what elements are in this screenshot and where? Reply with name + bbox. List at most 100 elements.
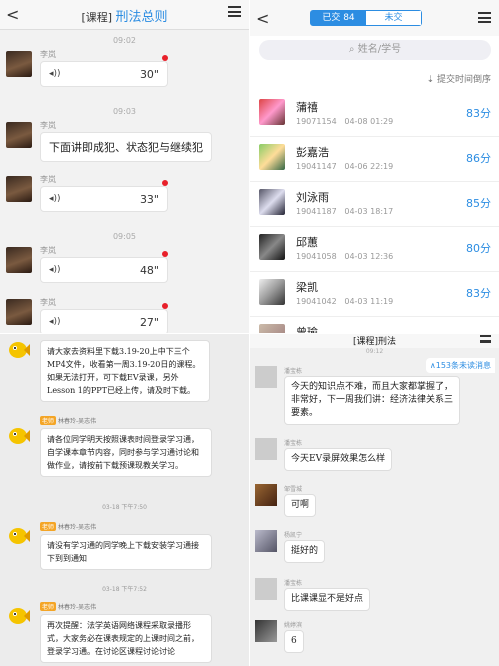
fish-avatar-icon — [9, 528, 30, 544]
fish-avatar-icon — [9, 428, 30, 444]
voice-bubble[interactable]: ◂)) 33" — [40, 186, 168, 212]
list-item[interactable]: 刘泳雨 19041187 04-03 18:17 85分 — [250, 182, 499, 227]
avatar — [6, 176, 32, 202]
avatar — [259, 144, 285, 170]
avatar — [259, 324, 285, 333]
chat-header: < [课程] 刑法总则 — [0, 0, 249, 30]
avatar — [6, 247, 32, 273]
unread-dot — [162, 180, 168, 186]
list-item[interactable]: 曾瑜 — [250, 317, 499, 333]
chat-title-course: 刑法总则 — [115, 10, 168, 25]
sender-name: 李岚 — [40, 175, 56, 184]
sender-name: 李岚 — [40, 121, 56, 130]
student-id: 19041147 — [296, 162, 337, 171]
fish-avatar-icon — [9, 608, 30, 624]
composite-screenshot: < [课程] 刑法总则 09:02 李岚 ◂)) 30" 09:03 李岚 下面… — [0, 0, 499, 666]
list-item[interactable]: 邱蕙 19041058 04-03 12:36 80分 — [250, 227, 499, 272]
text-bubble[interactable]: 下面讲即成犯、状态犯与继续犯 — [40, 132, 212, 162]
sender-name: 李岚 — [40, 50, 56, 59]
student-name: 刘泳雨 — [296, 191, 329, 204]
student-name: 曾瑜 — [296, 326, 318, 333]
chat-title-prefix: [课程] — [81, 11, 113, 24]
group-message: 老师 林春玲-吴志伟 请各位同学明天按照课表时间登录学习通，自学课本章节内容，同时… — [0, 414, 249, 494]
voice-wave-icon: ◂)) — [49, 265, 61, 275]
voice-bubble[interactable]: ◂)) 48" — [40, 257, 168, 283]
search-input[interactable]: ⌕ 姓名/学号 — [259, 40, 491, 60]
avatar — [255, 366, 277, 388]
sender-name: 林春玲-吴志伟 — [58, 524, 97, 531]
sender-name: 林春玲-吴志伟 — [58, 418, 97, 425]
message-bubble[interactable]: 请大家去资料里下载3.19-20上中下三个MP4文件，收看第一周3.19-20日… — [40, 340, 210, 402]
voice-bubble[interactable]: ◂)) 30" — [40, 61, 168, 87]
list-item[interactable]: 彭嘉浩 19041147 04-06 22:19 86分 — [250, 137, 499, 182]
student-name: 梁凯 — [296, 281, 318, 294]
student-meta: 19041058 04-03 12:36 — [296, 252, 393, 261]
message-bubble[interactable]: 再次提醒：法学英语网络课程采取录播形式，大家务必在课表规定的上课时间之前，登录学… — [40, 614, 212, 663]
text-message: 李岚 下面讲即成犯、状态犯与继续犯 — [0, 120, 249, 172]
group-message: 老师 林春玲-吴志伟 请没有学习通的同学晚上下载安装学习通接下到到通知 — [0, 514, 249, 570]
student-name: 蒲禧 — [296, 101, 318, 114]
message-bubble[interactable]: 比课课显不是好点 — [284, 588, 371, 611]
sender-name: 潘宝栋 — [284, 580, 303, 587]
submissions-panel: < 已交 84 未交 ⌕ 姓名/学号 ⇣ 提交时间倒序 蒲禧 19071154 … — [250, 0, 499, 333]
submit-time: 04-03 12:36 — [344, 252, 394, 261]
list-item[interactable]: 梁凯 19041042 04-03 11:19 83分 — [250, 272, 499, 317]
voice-bubble[interactable]: ◂)) 27" — [40, 309, 168, 333]
student-id: 19041058 — [296, 252, 337, 261]
unread-dot — [162, 303, 168, 309]
submission-list: 蒲禧 19071154 04-08 01:29 83分 彭嘉浩 19041147… — [250, 92, 499, 333]
group-message: 请大家去资料里下载3.19-20上中下三个MP4文件，收看第一周3.19-20日… — [0, 334, 249, 410]
menu-icon[interactable] — [478, 12, 491, 23]
menu-icon[interactable] — [480, 335, 491, 343]
chat-header: [课程]刑法 — [250, 334, 499, 348]
submit-time: 04-06 22:19 — [344, 162, 394, 171]
sort-toggle[interactable]: ⇣ 提交时间倒序 — [427, 72, 491, 85]
unread-dot — [162, 251, 168, 257]
sender-tag: 老师 林春玲-吴志伟 — [40, 522, 96, 531]
message-bubble[interactable]: 请没有学习通的同学晚上下载安装学习通接下到到通知 — [40, 534, 212, 570]
avatar — [6, 51, 32, 77]
voice-wave-icon: ◂)) — [49, 194, 61, 204]
group-chat-left: 请大家去资料里下载3.19-20上中下三个MP4文件，收看第一周3.19-20日… — [0, 334, 249, 666]
back-icon[interactable]: < — [256, 9, 269, 28]
voice-duration: 33" — [139, 193, 159, 206]
student-id: 19041187 — [296, 207, 337, 216]
voice-message: 李岚 ◂)) 27" — [0, 297, 249, 333]
teacher-badge: 老师 — [40, 416, 57, 425]
search-icon: ⌕ — [348, 44, 358, 55]
avatar — [259, 279, 285, 305]
voice-duration: 30" — [139, 68, 159, 81]
voice-wave-icon: ◂)) — [49, 317, 61, 327]
unread-messages-button[interactable]: ∧153条未读消息 — [425, 358, 495, 373]
sender-name: 姚婷滨 — [284, 622, 303, 629]
tab-not-submitted[interactable]: 未交 — [366, 11, 421, 25]
voice-message: 李岚 ◂)) 30" — [0, 49, 249, 101]
status-tabs: 已交 84 未交 — [310, 10, 422, 26]
message-bubble[interactable]: 今天的知识点不难，而且大家都掌握了，非常好，下一周我们讲：经济法律关系三要素。 — [284, 376, 460, 425]
message-bubble[interactable]: 请各位同学明天按照课表时间登录学习通，自学课本章节内容，同时参与学习通讨论和做作… — [40, 428, 212, 477]
voice-wave-icon: ◂)) — [49, 69, 61, 79]
message-bubble[interactable]: 可啊 — [284, 494, 317, 517]
message-bubble[interactable]: 今天EV录屏效果怎么样 — [284, 448, 393, 471]
student-meta: 19041042 04-03 11:19 — [296, 297, 393, 306]
list-item[interactable]: 蒲禧 19071154 04-08 01:29 83分 — [250, 92, 499, 137]
voice-duration: 27" — [139, 316, 159, 329]
sort-label: 提交时间倒序 — [436, 75, 491, 85]
avatar — [255, 578, 277, 600]
score: 83分 — [466, 287, 491, 300]
student-meta: 19041147 04-06 22:19 — [296, 162, 393, 171]
voice-message: 李岚 ◂)) 33" — [0, 174, 249, 226]
tab-submitted[interactable]: 已交 84 — [311, 11, 366, 25]
teacher-badge: 老师 — [40, 522, 57, 531]
avatar — [255, 620, 277, 642]
course-chat-panel: < [课程] 刑法总则 09:02 李岚 ◂)) 30" 09:03 李岚 下面… — [0, 0, 249, 333]
message-bubble[interactable]: 挺好的 — [284, 540, 326, 563]
message-bubble[interactable]: 6 — [284, 630, 304, 653]
menu-icon[interactable] — [228, 6, 241, 17]
avatar — [6, 299, 32, 325]
sort-icon: ⇣ — [426, 75, 437, 85]
student-meta: 19041187 04-03 18:17 — [296, 207, 393, 216]
group-chat-right: [课程]刑法 09:12 ∧153条未读消息 潘宝栋 今天的知识点不难，而且大家… — [250, 334, 499, 666]
chat-title: [课程] 刑法总则 — [0, 6, 249, 25]
sender-name: 李岚 — [40, 298, 56, 307]
